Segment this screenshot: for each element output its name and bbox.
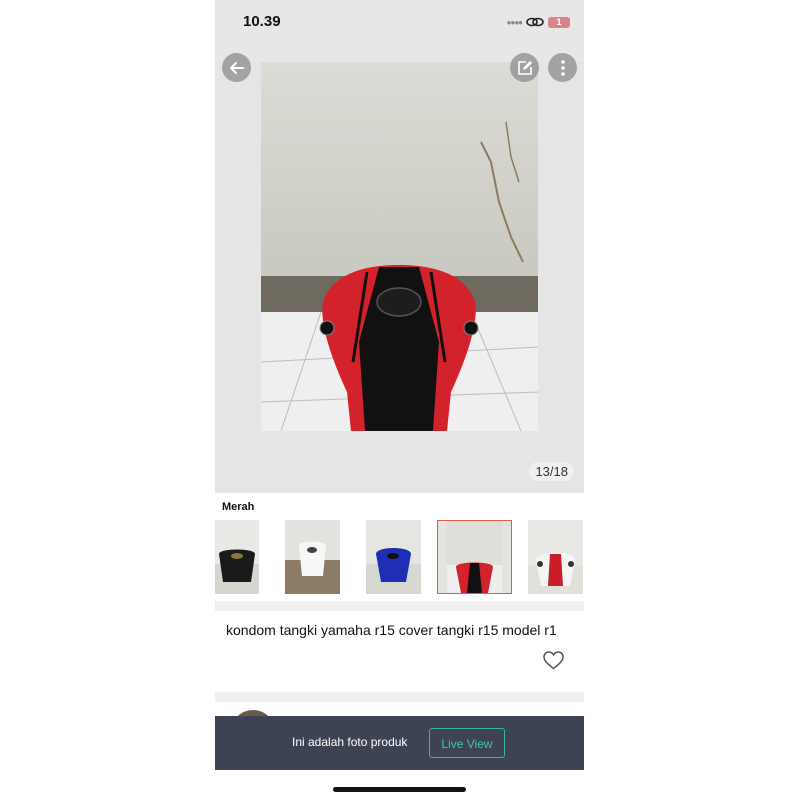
product-photo[interactable] — [261, 62, 538, 431]
edit-icon — [517, 60, 532, 75]
divider — [215, 692, 584, 702]
status-icons: ●●●● 1 — [507, 14, 570, 30]
more-vertical-icon — [560, 59, 565, 76]
live-view-button[interactable]: Live View — [429, 728, 505, 758]
live-view-banner: Ini adalah foto produk Live View — [215, 716, 584, 770]
product-title: kondom tangki yamaha r15 cover tangki r1… — [226, 622, 557, 638]
signal-icon: ●●●● — [506, 17, 523, 27]
back-arrow-icon — [229, 61, 244, 74]
image-counter: 13/18 — [529, 462, 574, 481]
variant-thumb-white[interactable] — [285, 520, 340, 594]
product-gallery[interactable]: 13/18 — [215, 53, 584, 493]
banner-text: Ini adalah foto produk — [292, 735, 408, 749]
favorite-button[interactable] — [543, 651, 564, 675]
status-time: 10.39 — [243, 13, 281, 30]
back-button[interactable] — [222, 53, 251, 82]
variant-selector: Merah — [215, 493, 584, 601]
battery-icon: 1 — [548, 16, 570, 28]
link-icon — [526, 17, 544, 27]
variant-thumb-white-red[interactable] — [528, 520, 583, 594]
heart-icon — [543, 651, 564, 670]
variant-label: Merah — [222, 501, 255, 513]
edit-button[interactable] — [510, 53, 539, 82]
variant-thumb-black[interactable] — [215, 520, 259, 594]
divider — [215, 601, 584, 611]
more-button[interactable] — [548, 53, 577, 82]
variant-thumb-red[interactable] — [437, 520, 512, 594]
variant-thumb-blue[interactable] — [366, 520, 421, 594]
home-indicator[interactable] — [333, 787, 466, 792]
phone-screen: 10.39 ●●●● 1 13/18 Merah kondom tangki y… — [215, 0, 584, 800]
